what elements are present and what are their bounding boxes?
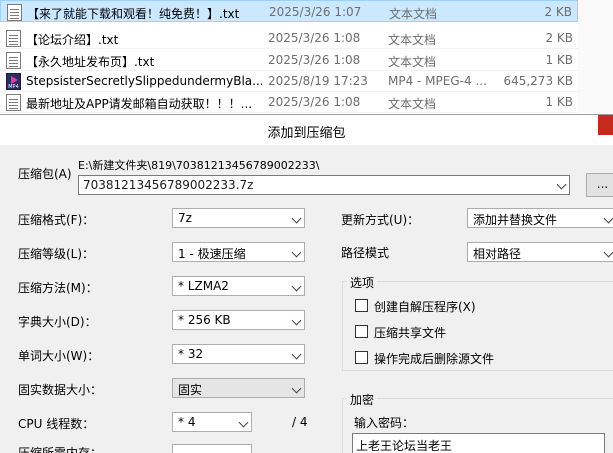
archive-label: 压缩包(A) — [18, 167, 72, 181]
solid-value: 固实 — [178, 383, 203, 397]
file-row[interactable]: 【来了就能下载和观看！纯免费！】.txt 2025/3/26 1:07 文本文档… — [0, 0, 578, 22]
level-select[interactable]: 1 - 极速压缩 — [172, 242, 305, 262]
solid-select[interactable]: 固实 — [172, 378, 305, 398]
file-date: 2025/8/19 17:23 — [268, 74, 368, 88]
password-value: 上老王论坛当老王 — [356, 439, 453, 453]
cpu-label: CPU 线程数： — [18, 417, 95, 431]
checkbox-label: 创建自解压程序(X) — [374, 300, 476, 314]
file-name: 最新地址及APP请发邮箱自动获取！！！... — [26, 97, 253, 111]
file-name: StepsisterSecretlySlippedundermyBla... — [26, 74, 262, 88]
password-input[interactable]: 上老王论坛当老王 — [352, 433, 605, 453]
file-size: 645,273 KB — [503, 74, 573, 88]
checkbox-box[interactable] — [355, 299, 368, 312]
word-label: 单词大小(W)： — [18, 349, 100, 363]
file-row[interactable]: 【永久地址发布页】.txt 2025/3/26 1:08 文本文档 1 KB — [0, 49, 578, 71]
chevron-down-icon — [291, 213, 302, 224]
method-label: 压缩方法(M)： — [18, 281, 98, 295]
word-select[interactable]: * 32 — [172, 344, 305, 364]
chevron-down-icon — [603, 213, 613, 224]
update-mode-value: 添加并替换文件 — [473, 213, 558, 227]
file-type: 文本文档 — [389, 7, 438, 21]
txt-file-icon — [7, 4, 22, 21]
chevron-down-icon — [603, 247, 613, 258]
file-date: 2025/3/26 1:08 — [268, 53, 361, 67]
checkbox-label: 操作完成后删除源文件 — [374, 352, 495, 366]
level-value: 1 - 极速压缩 — [178, 247, 246, 261]
list-scrollbar[interactable] — [578, 0, 613, 113]
update-mode-select[interactable]: 添加并替换文件 — [467, 208, 613, 228]
file-name: 【来了就能下载和观看！纯免费！】.txt — [27, 7, 240, 21]
compress-shared-checkbox[interactable]: 压缩共享文件 — [355, 323, 555, 340]
password-label: 输入密码： — [354, 416, 415, 430]
close-button[interactable] — [598, 115, 613, 135]
file-type: 文本文档 — [388, 97, 437, 111]
chevron-down-icon — [238, 417, 249, 428]
mp4-file-icon — [6, 73, 21, 90]
dict-label: 字典大小(D)： — [18, 315, 97, 329]
txt-file-icon — [6, 52, 21, 69]
archive-folder-path: E:\新建文件夹\819\70381213456789002233\ — [78, 159, 320, 172]
file-list: 【来了就能下载和观看！纯免费！】.txt 2025/3/26 1:07 文本文档… — [0, 0, 613, 113]
file-row[interactable]: 【论坛介绍】.txt 2025/3/26 1:08 文本文档 2 KB — [0, 27, 578, 49]
file-size: 2 KB — [545, 31, 573, 45]
checkbox-label: 压缩共享文件 — [374, 326, 447, 340]
file-name: 【永久地址发布页】.txt — [26, 55, 155, 69]
file-type: MP4 - MPEG-4 ... — [388, 74, 487, 88]
txt-file-icon — [6, 30, 21, 47]
file-date: 2025/3/26 1:08 — [268, 95, 361, 109]
checkbox-box[interactable] — [355, 351, 368, 364]
dict-value: * 256 KB — [178, 313, 231, 327]
dict-select[interactable]: * 256 KB — [172, 310, 305, 330]
file-type: 文本文档 — [388, 55, 437, 69]
update-mode-label: 更新方式(U)： — [341, 213, 420, 227]
file-date: 2025/3/26 1:07 — [269, 5, 362, 19]
browse-button[interactable]: ... — [586, 173, 613, 197]
dialog-titlebar[interactable]: 添加到压缩包 — [0, 115, 613, 145]
memory-label: 压缩所需内存： — [18, 446, 103, 453]
add-to-archive-dialog: 添加到压缩包 压缩包(A) E:\新建文件夹\819\7038121345678… — [0, 114, 613, 453]
options-group-title: 选项 — [347, 274, 378, 291]
chevron-down-icon — [291, 383, 302, 394]
create-sfx-checkbox[interactable]: 创建自解压程序(X) — [355, 297, 555, 314]
file-row[interactable]: 最新地址及APP请发邮箱自动获取！！！... 2025/3/26 1:08 文本… — [0, 91, 578, 113]
file-row[interactable]: StepsisterSecretlySlippedundermyBla... 2… — [0, 70, 578, 92]
chevron-down-icon — [556, 179, 567, 190]
path-mode-label: 路径模式 — [341, 246, 390, 260]
file-size: 1 KB — [545, 95, 573, 109]
chevron-down-icon — [291, 281, 302, 292]
format-label: 压缩格式(F)： — [18, 213, 95, 227]
file-date: 2025/3/26 1:08 — [268, 31, 361, 45]
word-value: * 32 — [178, 347, 204, 361]
archive-path-combo[interactable]: 70381213456789002233.7z — [78, 175, 570, 195]
txt-file-icon — [6, 94, 21, 111]
chevron-down-icon — [291, 315, 302, 326]
encryption-group-title: 加密 — [347, 391, 378, 408]
format-select[interactable]: 7z — [172, 208, 305, 228]
cpu-max: / 4 — [292, 415, 308, 429]
method-value: * LZMA2 — [178, 279, 229, 293]
solid-label: 固实数据大小： — [18, 383, 103, 397]
chevron-down-icon — [291, 349, 302, 360]
file-name: 【论坛介绍】.txt — [26, 33, 119, 47]
cpu-value: * 4 — [178, 415, 196, 429]
chevron-down-icon — [291, 247, 302, 258]
file-size: 1 KB — [545, 53, 573, 67]
delete-after-checkbox[interactable]: 操作完成后删除源文件 — [355, 349, 575, 366]
path-mode-value: 相对路径 — [473, 247, 522, 261]
checkbox-box[interactable] — [355, 325, 368, 338]
path-mode-select[interactable]: 相对路径 — [467, 242, 613, 262]
dialog-title: 添加到压缩包 — [267, 126, 346, 141]
level-label: 压缩等级(L)： — [18, 247, 95, 261]
method-select[interactable]: * LZMA2 — [172, 276, 305, 296]
file-type: 文本文档 — [388, 33, 437, 47]
file-size: 2 KB — [544, 5, 572, 19]
format-value: 7z — [178, 211, 192, 225]
cpu-select[interactable]: * 4 — [172, 412, 252, 432]
archive-filename: 70381213456789002233.7z — [83, 178, 254, 192]
memory-select[interactable] — [172, 444, 252, 453]
